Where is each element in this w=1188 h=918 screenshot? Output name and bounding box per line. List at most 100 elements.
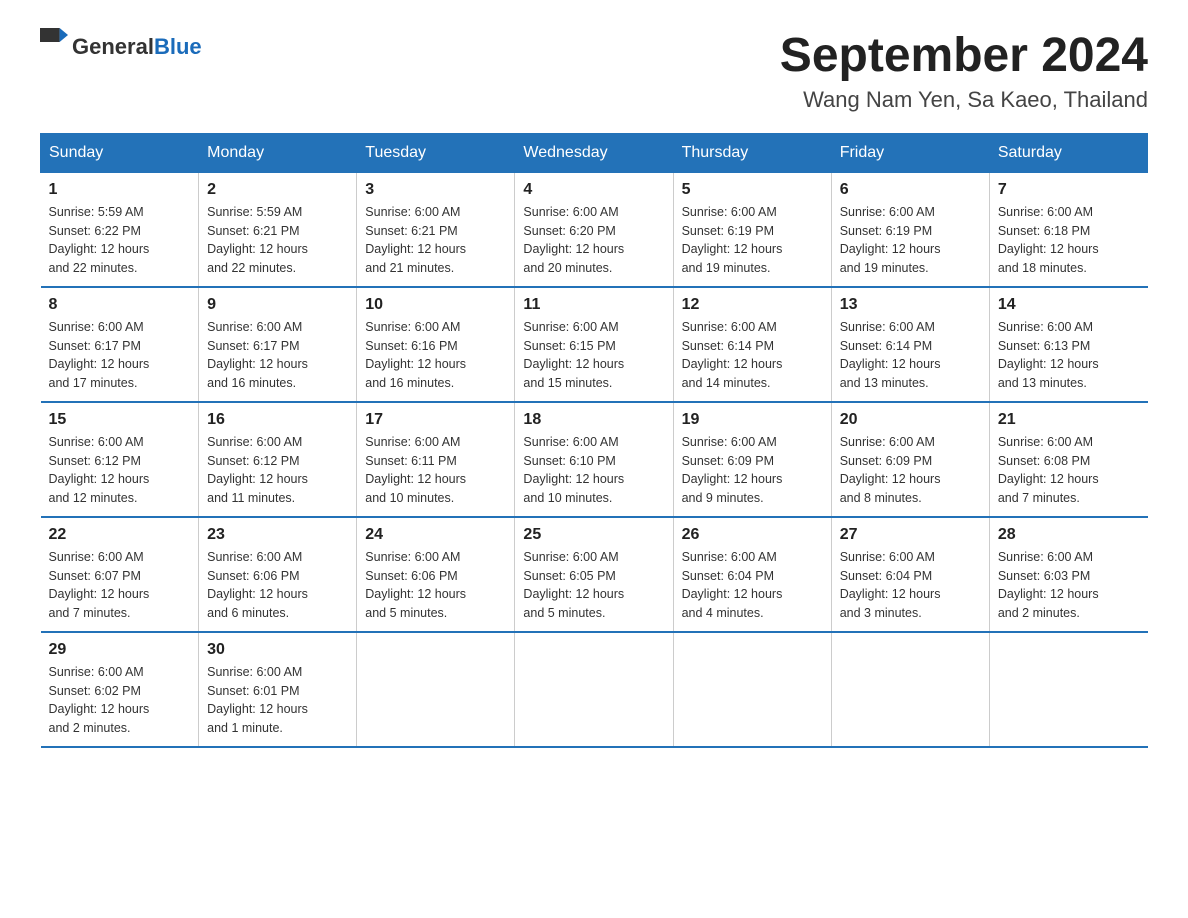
calendar-week-1: 1 Sunrise: 5:59 AM Sunset: 6:22 PM Dayli… — [41, 172, 1148, 287]
day-info: Sunrise: 6:00 AM Sunset: 6:08 PM Dayligh… — [998, 433, 1140, 508]
calendar-week-3: 15 Sunrise: 6:00 AM Sunset: 6:12 PM Dayl… — [41, 402, 1148, 517]
day-info: Sunrise: 6:00 AM Sunset: 6:10 PM Dayligh… — [523, 433, 664, 508]
day-info: Sunrise: 6:00 AM Sunset: 6:06 PM Dayligh… — [365, 548, 506, 623]
day-info: Sunrise: 6:00 AM Sunset: 6:07 PM Dayligh… — [49, 548, 191, 623]
logo-mark — [40, 30, 68, 63]
day-info: Sunrise: 6:00 AM Sunset: 6:19 PM Dayligh… — [840, 203, 981, 278]
calendar-cell: 4 Sunrise: 6:00 AM Sunset: 6:20 PM Dayli… — [515, 172, 673, 287]
day-number: 19 — [682, 411, 823, 429]
header-sunday: Sunday — [41, 133, 199, 172]
day-number: 2 — [207, 181, 348, 199]
calendar-table: Sunday Monday Tuesday Wednesday Thursday… — [40, 133, 1148, 748]
calendar-cell — [831, 632, 989, 747]
calendar-cell: 1 Sunrise: 5:59 AM Sunset: 6:22 PM Dayli… — [41, 172, 199, 287]
calendar-cell: 17 Sunrise: 6:00 AM Sunset: 6:11 PM Dayl… — [357, 402, 515, 517]
calendar-cell: 8 Sunrise: 6:00 AM Sunset: 6:17 PM Dayli… — [41, 287, 199, 402]
day-info: Sunrise: 5:59 AM Sunset: 6:22 PM Dayligh… — [49, 203, 191, 278]
day-number: 30 — [207, 641, 348, 659]
day-info: Sunrise: 6:00 AM Sunset: 6:19 PM Dayligh… — [682, 203, 823, 278]
calendar-title: September 2024 — [780, 30, 1148, 83]
calendar-cell: 2 Sunrise: 5:59 AM Sunset: 6:21 PM Dayli… — [199, 172, 357, 287]
day-number: 13 — [840, 296, 981, 314]
day-number: 4 — [523, 181, 664, 199]
day-number: 11 — [523, 296, 664, 314]
calendar-week-5: 29 Sunrise: 6:00 AM Sunset: 6:02 PM Dayl… — [41, 632, 1148, 747]
day-number: 22 — [49, 526, 191, 544]
day-info: Sunrise: 6:00 AM Sunset: 6:12 PM Dayligh… — [49, 433, 191, 508]
day-info: Sunrise: 6:00 AM Sunset: 6:02 PM Dayligh… — [49, 663, 191, 738]
calendar-cell: 15 Sunrise: 6:00 AM Sunset: 6:12 PM Dayl… — [41, 402, 199, 517]
calendar-cell: 13 Sunrise: 6:00 AM Sunset: 6:14 PM Dayl… — [831, 287, 989, 402]
day-info: Sunrise: 6:00 AM Sunset: 6:03 PM Dayligh… — [998, 548, 1140, 623]
calendar-cell: 21 Sunrise: 6:00 AM Sunset: 6:08 PM Dayl… — [989, 402, 1147, 517]
calendar-cell: 5 Sunrise: 6:00 AM Sunset: 6:19 PM Dayli… — [673, 172, 831, 287]
calendar-cell — [673, 632, 831, 747]
day-number: 18 — [523, 411, 664, 429]
day-number: 24 — [365, 526, 506, 544]
calendar-cell: 7 Sunrise: 6:00 AM Sunset: 6:18 PM Dayli… — [989, 172, 1147, 287]
day-info: Sunrise: 6:00 AM Sunset: 6:04 PM Dayligh… — [840, 548, 981, 623]
title-section: September 2024 Wang Nam Yen, Sa Kaeo, Th… — [780, 30, 1148, 113]
day-number: 25 — [523, 526, 664, 544]
day-info: Sunrise: 6:00 AM Sunset: 6:09 PM Dayligh… — [840, 433, 981, 508]
day-info: Sunrise: 6:00 AM Sunset: 6:09 PM Dayligh… — [682, 433, 823, 508]
day-number: 29 — [49, 641, 191, 659]
day-info: Sunrise: 6:00 AM Sunset: 6:13 PM Dayligh… — [998, 318, 1140, 393]
day-number: 1 — [49, 181, 191, 199]
day-number: 8 — [49, 296, 191, 314]
calendar-cell: 11 Sunrise: 6:00 AM Sunset: 6:15 PM Dayl… — [515, 287, 673, 402]
header-monday: Monday — [199, 133, 357, 172]
day-number: 28 — [998, 526, 1140, 544]
calendar-cell: 12 Sunrise: 6:00 AM Sunset: 6:14 PM Dayl… — [673, 287, 831, 402]
calendar-cell: 30 Sunrise: 6:00 AM Sunset: 6:01 PM Dayl… — [199, 632, 357, 747]
logo-general: General — [72, 34, 154, 59]
header-friday: Friday — [831, 133, 989, 172]
day-number: 9 — [207, 296, 348, 314]
calendar-cell: 27 Sunrise: 6:00 AM Sunset: 6:04 PM Dayl… — [831, 517, 989, 632]
calendar-cell: 29 Sunrise: 6:00 AM Sunset: 6:02 PM Dayl… — [41, 632, 199, 747]
day-info: Sunrise: 6:00 AM Sunset: 6:14 PM Dayligh… — [682, 318, 823, 393]
calendar-cell: 10 Sunrise: 6:00 AM Sunset: 6:16 PM Dayl… — [357, 287, 515, 402]
calendar-cell: 6 Sunrise: 6:00 AM Sunset: 6:19 PM Dayli… — [831, 172, 989, 287]
day-info: Sunrise: 6:00 AM Sunset: 6:06 PM Dayligh… — [207, 548, 348, 623]
calendar-cell — [989, 632, 1147, 747]
day-info: Sunrise: 6:00 AM Sunset: 6:14 PM Dayligh… — [840, 318, 981, 393]
calendar-cell — [515, 632, 673, 747]
calendar-cell: 20 Sunrise: 6:00 AM Sunset: 6:09 PM Dayl… — [831, 402, 989, 517]
day-number: 14 — [998, 296, 1140, 314]
day-number: 21 — [998, 411, 1140, 429]
day-number: 27 — [840, 526, 981, 544]
calendar-cell: 28 Sunrise: 6:00 AM Sunset: 6:03 PM Dayl… — [989, 517, 1147, 632]
calendar-header: Sunday Monday Tuesday Wednesday Thursday… — [41, 133, 1148, 172]
day-number: 20 — [840, 411, 981, 429]
calendar-week-2: 8 Sunrise: 6:00 AM Sunset: 6:17 PM Dayli… — [41, 287, 1148, 402]
header-row: Sunday Monday Tuesday Wednesday Thursday… — [41, 133, 1148, 172]
day-number: 26 — [682, 526, 823, 544]
day-info: Sunrise: 6:00 AM Sunset: 6:17 PM Dayligh… — [207, 318, 348, 393]
calendar-cell: 25 Sunrise: 6:00 AM Sunset: 6:05 PM Dayl… — [515, 517, 673, 632]
header-saturday: Saturday — [989, 133, 1147, 172]
calendar-subtitle: Wang Nam Yen, Sa Kaeo, Thailand — [780, 87, 1148, 113]
day-info: Sunrise: 6:00 AM Sunset: 6:05 PM Dayligh… — [523, 548, 664, 623]
day-info: Sunrise: 6:00 AM Sunset: 6:15 PM Dayligh… — [523, 318, 664, 393]
day-info: Sunrise: 6:00 AM Sunset: 6:17 PM Dayligh… — [49, 318, 191, 393]
day-number: 17 — [365, 411, 506, 429]
logo-text: GeneralBlue — [72, 34, 202, 60]
day-info: Sunrise: 6:00 AM Sunset: 6:20 PM Dayligh… — [523, 203, 664, 278]
logo-blue: Blue — [154, 34, 202, 59]
calendar-cell: 18 Sunrise: 6:00 AM Sunset: 6:10 PM Dayl… — [515, 402, 673, 517]
day-number: 5 — [682, 181, 823, 199]
day-number: 23 — [207, 526, 348, 544]
calendar-cell: 24 Sunrise: 6:00 AM Sunset: 6:06 PM Dayl… — [357, 517, 515, 632]
day-info: Sunrise: 6:00 AM Sunset: 6:01 PM Dayligh… — [207, 663, 348, 738]
day-info: Sunrise: 6:00 AM Sunset: 6:18 PM Dayligh… — [998, 203, 1140, 278]
day-info: Sunrise: 6:00 AM Sunset: 6:16 PM Dayligh… — [365, 318, 506, 393]
day-number: 10 — [365, 296, 506, 314]
calendar-week-4: 22 Sunrise: 6:00 AM Sunset: 6:07 PM Dayl… — [41, 517, 1148, 632]
calendar-cell: 9 Sunrise: 6:00 AM Sunset: 6:17 PM Dayli… — [199, 287, 357, 402]
calendar-cell: 26 Sunrise: 6:00 AM Sunset: 6:04 PM Dayl… — [673, 517, 831, 632]
header-thursday: Thursday — [673, 133, 831, 172]
logo: GeneralBlue — [40, 30, 202, 63]
calendar-cell: 19 Sunrise: 6:00 AM Sunset: 6:09 PM Dayl… — [673, 402, 831, 517]
day-info: Sunrise: 6:00 AM Sunset: 6:04 PM Dayligh… — [682, 548, 823, 623]
